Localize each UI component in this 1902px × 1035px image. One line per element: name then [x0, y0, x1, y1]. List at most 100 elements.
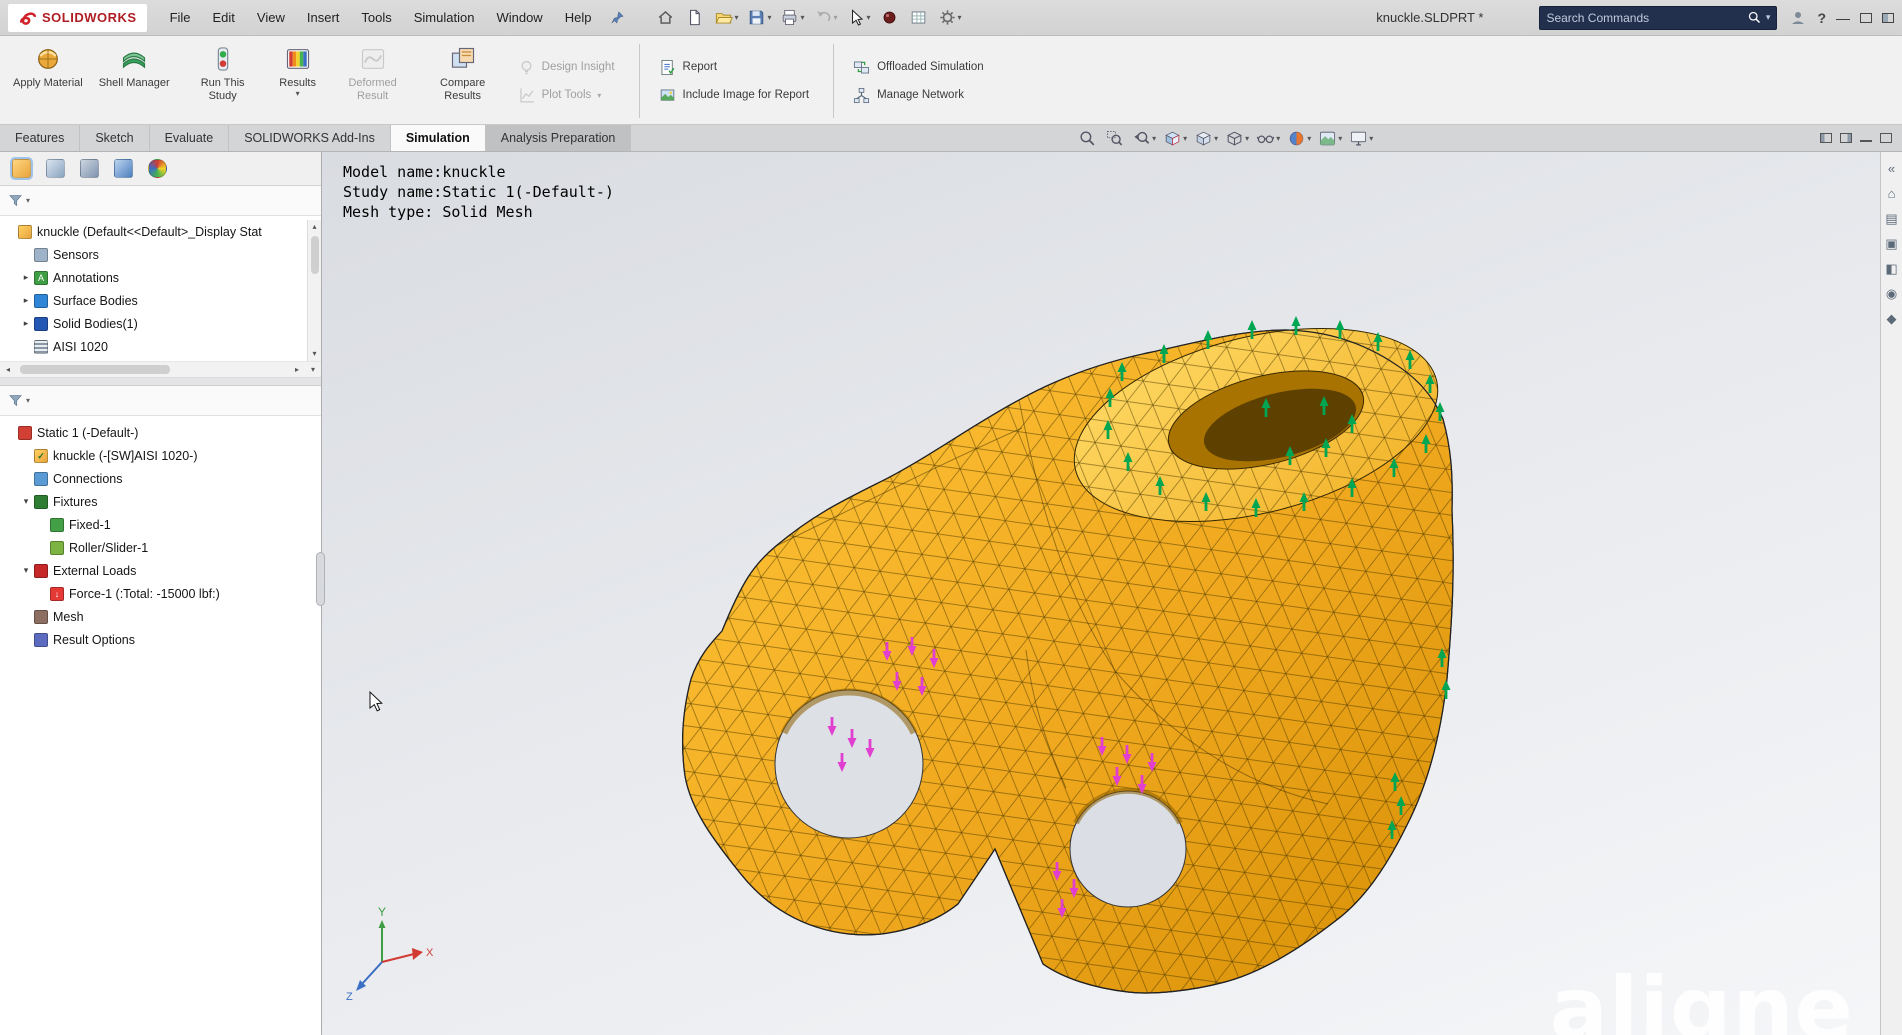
expander-icon[interactable] [20, 318, 32, 329]
tree-item[interactable]: Result Options [0, 628, 321, 651]
filter-caret-icon[interactable]: ▾ [26, 396, 30, 405]
compare-results-button[interactable]: Compare Results [419, 40, 507, 122]
new-document-icon[interactable] [682, 6, 708, 29]
model-knuckle[interactable] [662, 295, 1472, 1012]
include-image-for-report-button[interactable]: Include Image for Report [654, 84, 820, 107]
dropdown-caret-icon[interactable]: ▾ [867, 13, 871, 22]
panel-splitter[interactable] [0, 378, 321, 386]
zoom-to-fit-icon[interactable] [1076, 128, 1100, 149]
tree-item[interactable]: Solid Bodies(1) [0, 312, 307, 335]
menu-item[interactable]: Insert [298, 6, 349, 29]
tree-item[interactable]: Sensors [0, 243, 307, 266]
undo-icon[interactable]: ▾ [811, 6, 841, 29]
collapse-pane-icon[interactable] [1860, 135, 1872, 142]
collapse-tree-icon[interactable]: ▾ [305, 365, 321, 374]
solidworks-resources-icon[interactable]: ⌂ [1888, 187, 1896, 201]
dropdown-caret-icon[interactable]: ▾ [597, 91, 601, 100]
open-document-icon[interactable]: ▾ [711, 6, 741, 29]
tree-item[interactable]: Connections [0, 467, 321, 490]
tree-item[interactable]: Surface Bodies [0, 289, 307, 312]
featuremanager-tab-icon[interactable] [12, 159, 31, 178]
search-input[interactable] [1546, 11, 1746, 25]
scrollbar-track[interactable] [16, 362, 289, 377]
edit-appearance-icon[interactable]: ▾ [1285, 128, 1313, 149]
dropdown-caret-icon[interactable]: ▾ [834, 13, 838, 22]
save-icon[interactable]: ▾ [744, 6, 774, 29]
manage-network-button[interactable]: Manage Network [848, 84, 994, 107]
scroll-up-icon[interactable]: ▴ [308, 220, 321, 234]
tab-analysis-preparation[interactable]: Analysis Preparation [486, 125, 632, 151]
report-button[interactable]: Report [654, 56, 820, 79]
tree-item[interactable]: Annotations [0, 266, 307, 289]
expander-icon[interactable] [20, 272, 32, 283]
dropdown-caret-icon[interactable]: ▾ [767, 13, 771, 22]
run-this-study-button[interactable]: Run This Study [179, 40, 267, 122]
panel-resize-handle[interactable] [316, 552, 325, 606]
filter-funnel-icon[interactable] [8, 193, 23, 208]
tree-item[interactable]: Static 1 (-Default-) [0, 421, 321, 444]
restore-button[interactable] [1860, 13, 1872, 23]
deformed-result-button[interactable]: Deformed Result [329, 40, 417, 122]
configurationmanager-tab-icon[interactable] [80, 159, 99, 178]
tree-item[interactable]: Roller/Slider-1 [0, 536, 321, 559]
dropdown-caret-icon[interactable]: ▾ [734, 13, 738, 22]
displaymanager-tab-icon[interactable] [148, 159, 167, 178]
dropdown-caret-icon[interactable]: ▾ [1152, 134, 1156, 143]
view-orientation-icon[interactable]: ▾ [1192, 128, 1220, 149]
file-explorer-icon[interactable]: ▣ [1885, 237, 1897, 251]
previous-view-icon[interactable]: ▾ [1130, 128, 1158, 149]
view-palette-icon[interactable]: ◧ [1885, 262, 1897, 276]
dropdown-caret-icon[interactable]: ▾ [1214, 134, 1218, 143]
tree-item[interactable]: External Loads [0, 559, 321, 582]
collapse-taskpane-icon[interactable]: « [1888, 162, 1895, 176]
dimxpertmanager-tab-icon[interactable] [114, 159, 133, 178]
menu-item[interactable]: Simulation [405, 6, 484, 29]
minimize-button[interactable]: — [1836, 10, 1850, 26]
tab-simulation[interactable]: Simulation [391, 125, 486, 151]
tree-item[interactable]: knuckle (Default<<Default>_Display Stat [0, 220, 307, 243]
design-insight-button[interactable]: Design Insight [513, 56, 625, 79]
menu-item[interactable]: Edit [204, 6, 244, 29]
design-library-icon[interactable]: ▤ [1885, 212, 1897, 226]
apply-material-button[interactable]: Apply Material [6, 40, 90, 122]
tree-item[interactable]: Force-1 (:Total: -15000 lbf:) [0, 582, 321, 605]
vertical-scrollbar[interactable]: ▴ ▾ [307, 220, 321, 361]
propertymanager-tab-icon[interactable] [46, 159, 65, 178]
menu-item[interactable]: File [161, 6, 200, 29]
search-icon[interactable] [1747, 10, 1762, 25]
menu-item[interactable]: Tools [352, 6, 400, 29]
scroll-right-icon[interactable]: ▸ [289, 365, 305, 374]
plot-tools-button[interactable]: Plot Tools ▾ [513, 84, 625, 107]
home-icon[interactable] [653, 6, 679, 29]
expander-icon[interactable] [20, 496, 32, 507]
offloaded-simulation-button[interactable]: Offloaded Simulation [848, 56, 994, 79]
file-properties-icon[interactable] [906, 6, 932, 29]
split-pane-right-icon[interactable] [1840, 133, 1852, 143]
menu-item[interactable]: View [248, 6, 294, 29]
pane-layout-icon[interactable] [1882, 13, 1894, 23]
tab-features[interactable]: Features [0, 125, 80, 151]
rebuild-icon[interactable] [877, 6, 903, 29]
tab-solidworks-add-ins[interactable]: SOLIDWORKS Add-Ins [229, 125, 391, 151]
dropdown-caret-icon[interactable]: ▾ [296, 90, 300, 98]
dropdown-caret-icon[interactable]: ▾ [1338, 134, 1342, 143]
view-settings-icon[interactable]: ▾ [1347, 128, 1375, 149]
dropdown-caret-icon[interactable]: ▾ [1183, 134, 1187, 143]
study-tree-filter[interactable]: ▾ [0, 386, 321, 416]
model-canvas[interactable]: Y X Z [322, 152, 1880, 1035]
help-icon[interactable]: ? [1817, 10, 1826, 26]
filter-funnel-icon[interactable] [8, 393, 23, 408]
command-search[interactable]: ▾ [1539, 6, 1777, 30]
dropdown-caret-icon[interactable]: ▾ [800, 13, 804, 22]
menu-item[interactable]: Window [487, 6, 551, 29]
filter-caret-icon[interactable]: ▾ [26, 196, 30, 205]
tree-item[interactable]: Fixtures [0, 490, 321, 513]
expander-icon[interactable] [20, 565, 32, 576]
shell-manager-button[interactable]: Shell Manager [92, 40, 177, 122]
user-account-icon[interactable] [1789, 9, 1807, 27]
dropdown-caret-icon[interactable]: ▾ [1369, 134, 1373, 143]
options-icon[interactable]: ▾ [935, 6, 965, 29]
dropdown-caret-icon[interactable]: ▾ [1245, 134, 1249, 143]
zoom-to-area-icon[interactable] [1103, 128, 1127, 149]
tree-item[interactable]: knuckle (-[SW]AISI 1020-) [0, 444, 321, 467]
